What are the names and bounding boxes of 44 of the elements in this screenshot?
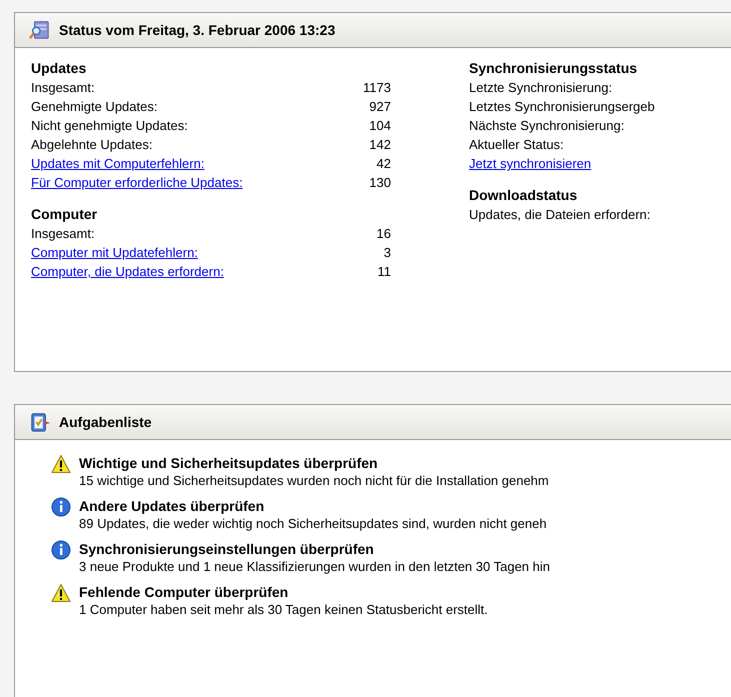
field-label: Letzte Synchronisierung: bbox=[469, 79, 612, 97]
panel-title: Aufgabenliste bbox=[59, 414, 152, 430]
field-label: Genehmigte Updates: bbox=[31, 98, 158, 116]
task-description: 1 Computer haben seit mehr als 30 Tagen keinen Statusbericht erstellt. bbox=[79, 601, 488, 618]
task-description: 3 neue Produkte und 1 neue Klassifizierungen wurden in den letzten 30 Tagen hin bbox=[79, 558, 550, 575]
count-value: 104 bbox=[369, 117, 391, 135]
count-value: 927 bbox=[369, 98, 391, 116]
warning-icon bbox=[51, 454, 71, 474]
info-icon bbox=[51, 540, 71, 560]
panel-title: Status vom Freitag, 3. Februar 2006 13:23 bbox=[59, 22, 336, 38]
field-label: Nächste Synchronisierung: bbox=[469, 117, 624, 135]
count-value: 1173 bbox=[363, 79, 391, 97]
task-description: 89 Updates, die weder wichtig noch Sicherheitsupdates sind, wurden nicht geneh bbox=[79, 515, 547, 532]
count-value: 42 bbox=[376, 155, 391, 173]
link[interactable]: Computer mit Updatefehlern: bbox=[31, 243, 198, 262]
task-description: 15 wichtige und Sicherheitsupdates wurden noch nicht für die Installation genehm bbox=[79, 472, 549, 489]
link[interactable]: Jetzt synchronisieren bbox=[469, 154, 592, 173]
count-value: 16 bbox=[376, 225, 391, 243]
section-heading: Computer bbox=[31, 205, 98, 224]
count-value: 130 bbox=[369, 174, 391, 192]
count-value: 142 bbox=[369, 136, 391, 154]
task-title[interactable]: Fehlende Computer überprüfen bbox=[79, 583, 488, 601]
field-label: Insgesamt: bbox=[31, 225, 95, 243]
link[interactable]: Updates mit Computerfehlern: bbox=[31, 154, 204, 173]
count-value: 3 bbox=[384, 244, 391, 262]
task-title[interactable]: Wichtige und Sicherheitsupdates überprüfen bbox=[79, 454, 549, 472]
link[interactable]: Computer, die Updates erfordern: bbox=[31, 262, 224, 281]
field-label: Updates, die Dateien erfordern: bbox=[469, 206, 650, 224]
section-heading: Updates bbox=[31, 59, 88, 78]
count-value: 11 bbox=[378, 263, 391, 281]
field-label: Insgesamt: bbox=[31, 79, 95, 97]
field-label: Letztes Synchronisierungsergeb bbox=[469, 98, 655, 116]
field-label: Nicht genehmigte Updates: bbox=[31, 117, 188, 135]
warning-icon bbox=[51, 583, 71, 603]
section-heading: Downloadstatus bbox=[469, 186, 578, 205]
clipboard-check-icon bbox=[29, 411, 51, 433]
section-heading: Synchronisierungsstatus bbox=[469, 59, 638, 78]
field-label: Abgelehnte Updates: bbox=[31, 136, 152, 154]
server-magnifier-icon bbox=[29, 19, 51, 41]
link[interactable]: Für Computer erforderliche Updates: bbox=[31, 173, 243, 192]
task-title[interactable]: Synchronisierungseinstellungen überprüfen bbox=[79, 540, 550, 558]
field-label: Aktueller Status: bbox=[469, 136, 564, 154]
info-icon bbox=[51, 497, 71, 517]
task-title[interactable]: Andere Updates überprüfen bbox=[79, 497, 547, 515]
